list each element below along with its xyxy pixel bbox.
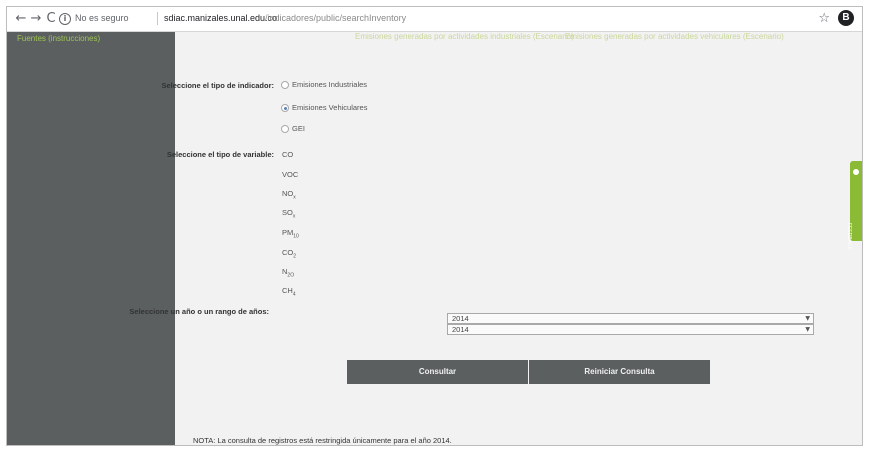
year-to-select[interactable]: 2014 ▼ bbox=[447, 324, 814, 335]
feedback-tab[interactable]: FEEDBACK bbox=[846, 161, 862, 250]
variable-type-label: Seleccione el tipo de variable: bbox=[166, 150, 274, 159]
sidebar-item-fuentes[interactable]: Fuentes (instrucciones) bbox=[17, 34, 100, 43]
back-icon[interactable]: ← bbox=[13, 11, 29, 27]
dropdown-arrow-icon: ▼ bbox=[805, 315, 810, 322]
url-divider bbox=[157, 12, 158, 25]
reiniciar-consulta-button[interactable]: Reiniciar Consulta bbox=[529, 360, 710, 384]
radio-label: Emisiones Industriales bbox=[292, 80, 368, 89]
year-from-value: 2014 bbox=[452, 314, 469, 323]
radio-button[interactable] bbox=[281, 81, 289, 90]
radio-gei[interactable]: GEI bbox=[281, 124, 305, 134]
variable-option-sox[interactable]: SOx bbox=[282, 208, 295, 220]
browser-toolbar: ← → C i No es seguro sdiac.manizales.una… bbox=[7, 7, 862, 32]
feedback-icon bbox=[853, 169, 859, 175]
security-label[interactable]: No es seguro bbox=[75, 13, 129, 23]
forward-icon[interactable]: → bbox=[28, 11, 44, 27]
variable-option-co[interactable]: CO bbox=[282, 150, 293, 162]
variable-option-n2o[interactable]: N2O bbox=[282, 267, 294, 279]
main-area: Emisiones generadas por actividades indu… bbox=[129, 32, 862, 445]
indicator-type-label: Seleccione el tipo de indicador: bbox=[161, 81, 274, 90]
info-icon[interactable]: i bbox=[59, 13, 71, 25]
radio-label: Emisiones Vehiculares bbox=[292, 103, 368, 112]
sidebar: Fuentes (instrucciones) bbox=[7, 32, 175, 445]
variable-option-pm10[interactable]: PM10 bbox=[282, 228, 299, 240]
radio-button[interactable] bbox=[281, 125, 289, 134]
variable-option-voc[interactable]: VOC bbox=[282, 170, 298, 182]
browser-window: ← → C i No es seguro sdiac.manizales.una… bbox=[6, 6, 863, 446]
radio-label: GEI bbox=[292, 124, 305, 133]
reload-icon[interactable]: C bbox=[43, 11, 59, 27]
radio-emisiones-vehiculares[interactable]: Emisiones Vehiculares bbox=[281, 103, 368, 113]
bookmark-star-icon[interactable]: ☆ bbox=[818, 11, 830, 26]
feedback-label: FEEDBACK bbox=[846, 223, 852, 250]
year-to-value: 2014 bbox=[452, 325, 469, 334]
extension-icon[interactable]: B bbox=[838, 10, 854, 26]
top-link-vehicular[interactable]: Emisiones generadas por actividades vehi… bbox=[565, 32, 784, 41]
year-range-label: Seleccione un año o un rango de años: bbox=[129, 307, 269, 316]
year-from-select[interactable]: 2014 ▼ bbox=[447, 313, 814, 324]
radio-button-selected[interactable] bbox=[281, 104, 289, 113]
url-host[interactable]: sdiac.manizales.unal.edu.co bbox=[164, 13, 277, 23]
note-text: NOTA: La consulta de registros está rest… bbox=[193, 436, 452, 445]
consultar-button[interactable]: Consultar bbox=[347, 360, 528, 384]
variable-option-co2[interactable]: CO2 bbox=[282, 248, 296, 260]
url-path[interactable]: /indicadores/public/searchInventory bbox=[265, 13, 406, 23]
variable-option-ch4[interactable]: CH4 bbox=[282, 286, 296, 298]
dropdown-arrow-icon: ▼ bbox=[805, 326, 810, 333]
top-link-industrial[interactable]: Emisiones generadas por actividades indu… bbox=[355, 32, 574, 41]
page-content: Fuentes (instrucciones) Emisiones genera… bbox=[7, 32, 862, 445]
radio-emisiones-industriales[interactable]: Emisiones Industriales bbox=[281, 80, 368, 90]
variable-option-nox[interactable]: NOx bbox=[282, 189, 296, 201]
